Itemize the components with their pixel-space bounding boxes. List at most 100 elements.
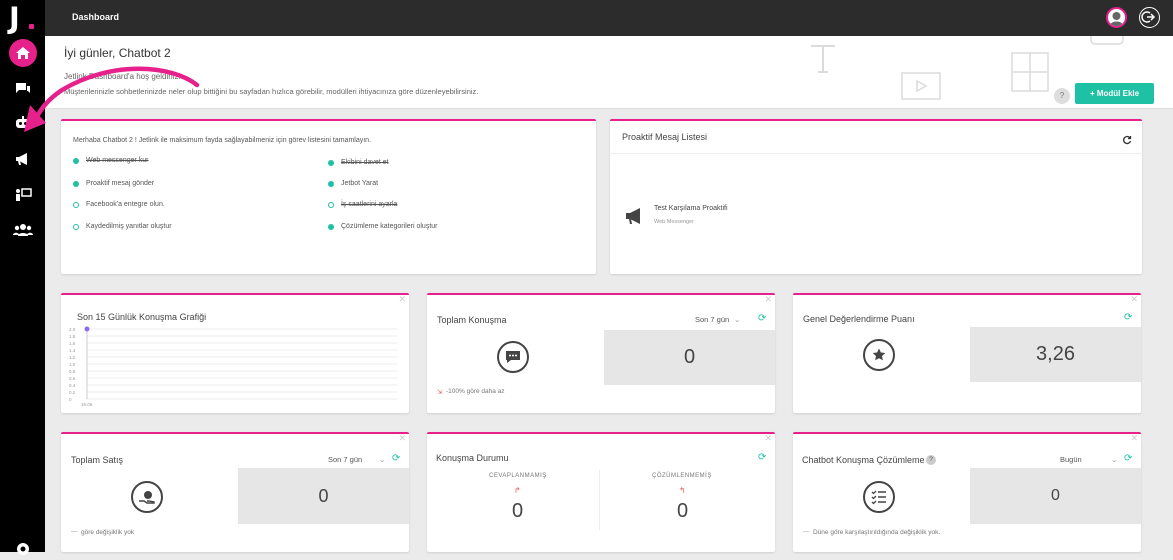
proactive-item-title[interactable]: Test Karşılama Proaktifi (654, 205, 728, 212)
refresh-icon[interactable]: ⟳ (1124, 312, 1132, 323)
y-tick-label: 1.8 (69, 334, 76, 339)
sales-title: Toplam Satış (71, 455, 124, 465)
task-label: Web messenger kur (86, 157, 149, 164)
rating-card: ✕ Genel Değerlendirme Puanı ⟳ 3,26 (793, 293, 1141, 413)
task-item[interactable]: Facebook'a entegre olun. (73, 201, 165, 208)
greeting: İyi günler, Chatbot 2 (64, 46, 171, 60)
proactive-title: Proaktif Mesaj Listesi (622, 132, 708, 142)
chatbot-resolution-card: ✕ Chatbot Konuşma Çözümleme ? Bugün ⌄ ⟳ … (793, 432, 1141, 552)
task-item[interactable]: Kaydedilmiş yanıtlar oluştur (73, 223, 172, 230)
divider (610, 153, 1142, 154)
task-done-dot (328, 159, 334, 166)
close-icon[interactable]: ✕ (764, 294, 772, 305)
unresolved-value: 0 (677, 500, 689, 522)
task-open-dot (73, 201, 79, 208)
text-deco-icon (811, 45, 835, 73)
total-conv-value: 0 (604, 330, 775, 385)
task-label: İş saatlerini ayarla (341, 201, 398, 208)
rating-value: 3,26 (970, 327, 1141, 382)
nav-presentation-icon[interactable] (12, 184, 34, 206)
video-deco-icon (901, 72, 941, 100)
chart-svg: 2.0 1.8 1.6 1.4 1.2 1.0 0.8 0.6 0.4 0.2 0 16.06 (69, 326, 397, 407)
trend-neutral-icon: — (803, 528, 810, 535)
task-item[interactable]: Çözümleme kategorileri oluştur (328, 223, 437, 230)
close-icon[interactable]: ✕ (398, 433, 406, 444)
help-button[interactable]: ? (1054, 88, 1070, 104)
sales-footer: göre değişiklik yok (81, 529, 135, 536)
nav-team-icon[interactable] (12, 219, 34, 241)
resolution-footer: Düne göre karşılaştırıldığında değişikli… (813, 529, 941, 536)
task-label: Jetbot Yarat (341, 180, 379, 187)
grid-deco-icon (1011, 52, 1049, 92)
task-item[interactable]: Ekibini davet et (328, 159, 388, 166)
frame-deco-icon (1090, 36, 1124, 45)
resolution-title: Chatbot Konuşma Çözümleme (802, 455, 925, 465)
period-dropdown[interactable]: Son 7 gün (328, 455, 362, 464)
refresh-icon[interactable]: ⟳ (392, 453, 400, 464)
sales-card: ✕ Toplam Satış Son 7 gün ⌄ ⟳ 0 — göre de… (61, 432, 409, 552)
task-label: Çözümleme kategorileri oluştur (341, 223, 438, 230)
task-label: Proaktif mesaj gönder (86, 180, 155, 187)
resolution-value: 0 (970, 468, 1141, 524)
task-dot (73, 180, 79, 187)
nav-settings-icon[interactable] (12, 538, 34, 560)
refresh-icon[interactable]: ⟳ (758, 313, 766, 324)
logout-icon[interactable] (1139, 7, 1160, 28)
task-done-dot (73, 157, 79, 164)
annotation-arrow (24, 66, 200, 132)
unresolved-label: ÇÖZÜMLENMEMİŞ (652, 473, 712, 479)
checklist-icon (863, 481, 895, 513)
total-conversation-card: ✕ Toplam Konuşma Son 7 gün ⌄ ⟳ 0 ⇲ -100%… (427, 293, 775, 413)
proactive-item-sub: Web Messenger (654, 219, 694, 225)
jetlink-logo[interactable]: J (9, 4, 20, 33)
add-module-button[interactable]: + Modül Ekle (1075, 83, 1154, 104)
trend-neutral-icon: — (71, 528, 78, 535)
refresh-icon[interactable]: ⟳ (1124, 453, 1132, 464)
data-point[interactable] (84, 326, 90, 332)
page-title: Dashboard (72, 12, 120, 22)
dropdown-caret[interactable]: ⌄ (1111, 455, 1117, 464)
unresolved-icon: ↰ (679, 486, 686, 495)
y-tick-label: 1.6 (69, 341, 76, 346)
status-title: Konuşma Durumu (436, 453, 509, 463)
close-icon[interactable]: ✕ (1130, 433, 1138, 444)
task-open-dot (73, 223, 79, 230)
user-avatar[interactable] (1106, 7, 1127, 28)
close-icon[interactable]: ✕ (398, 294, 406, 305)
nav-megaphone-icon[interactable] (12, 148, 34, 170)
dropdown-caret[interactable]: ⌄ (734, 315, 740, 324)
dropdown-caret[interactable]: ⌄ (379, 455, 385, 464)
star-rating-icon (863, 339, 895, 371)
task-item[interactable]: Proaktif mesaj gönder (73, 180, 154, 187)
period-dropdown[interactable]: Bugün (1060, 455, 1082, 464)
close-icon[interactable]: ✕ (764, 433, 772, 444)
money-hand-icon (131, 481, 163, 513)
refresh-icon[interactable]: ⟳ (758, 452, 766, 463)
x-tick-label: 16.06 (81, 402, 93, 407)
task-dot (328, 180, 334, 187)
topbar: Dashboard (45, 0, 1173, 36)
unanswered-value: 0 (512, 500, 524, 522)
unanswered-label: CEVAPLANMAMIŞ (489, 473, 547, 479)
close-icon[interactable]: ✕ (1130, 294, 1138, 305)
info-icon[interactable]: ? (926, 455, 936, 465)
y-tick-label: 2.0 (69, 327, 76, 332)
y-tick-label: 0.2 (69, 390, 76, 395)
task-label: Kaydedilmiş yanıtlar oluştur (86, 223, 172, 230)
unanswered-icon: ↱ (514, 486, 521, 495)
y-tick-label: 0.4 (69, 383, 76, 388)
period-dropdown[interactable]: Son 7 gün (695, 315, 729, 324)
y-tick-label: 1.4 (69, 348, 76, 353)
task-label: Ekibini davet et (341, 159, 389, 166)
task-item[interactable]: Web messenger kur (73, 157, 149, 164)
sales-value: 0 (238, 468, 409, 524)
trend-icon: ⇲ (437, 389, 443, 396)
refresh-icon[interactable] (1122, 135, 1132, 145)
y-tick-label: 1.0 (69, 362, 76, 367)
divider (599, 470, 600, 530)
task-item[interactable]: İş saatlerini ayarla (328, 201, 397, 208)
task-item[interactable]: Jetbot Yarat (328, 180, 378, 187)
megaphone-icon (626, 208, 640, 224)
chart-card: ✕ Son 15 Günlük Konuşma Grafiği 2.0 1.8 1.… (61, 293, 409, 413)
rating-title: Genel Değerlendirme Puanı (803, 314, 915, 324)
